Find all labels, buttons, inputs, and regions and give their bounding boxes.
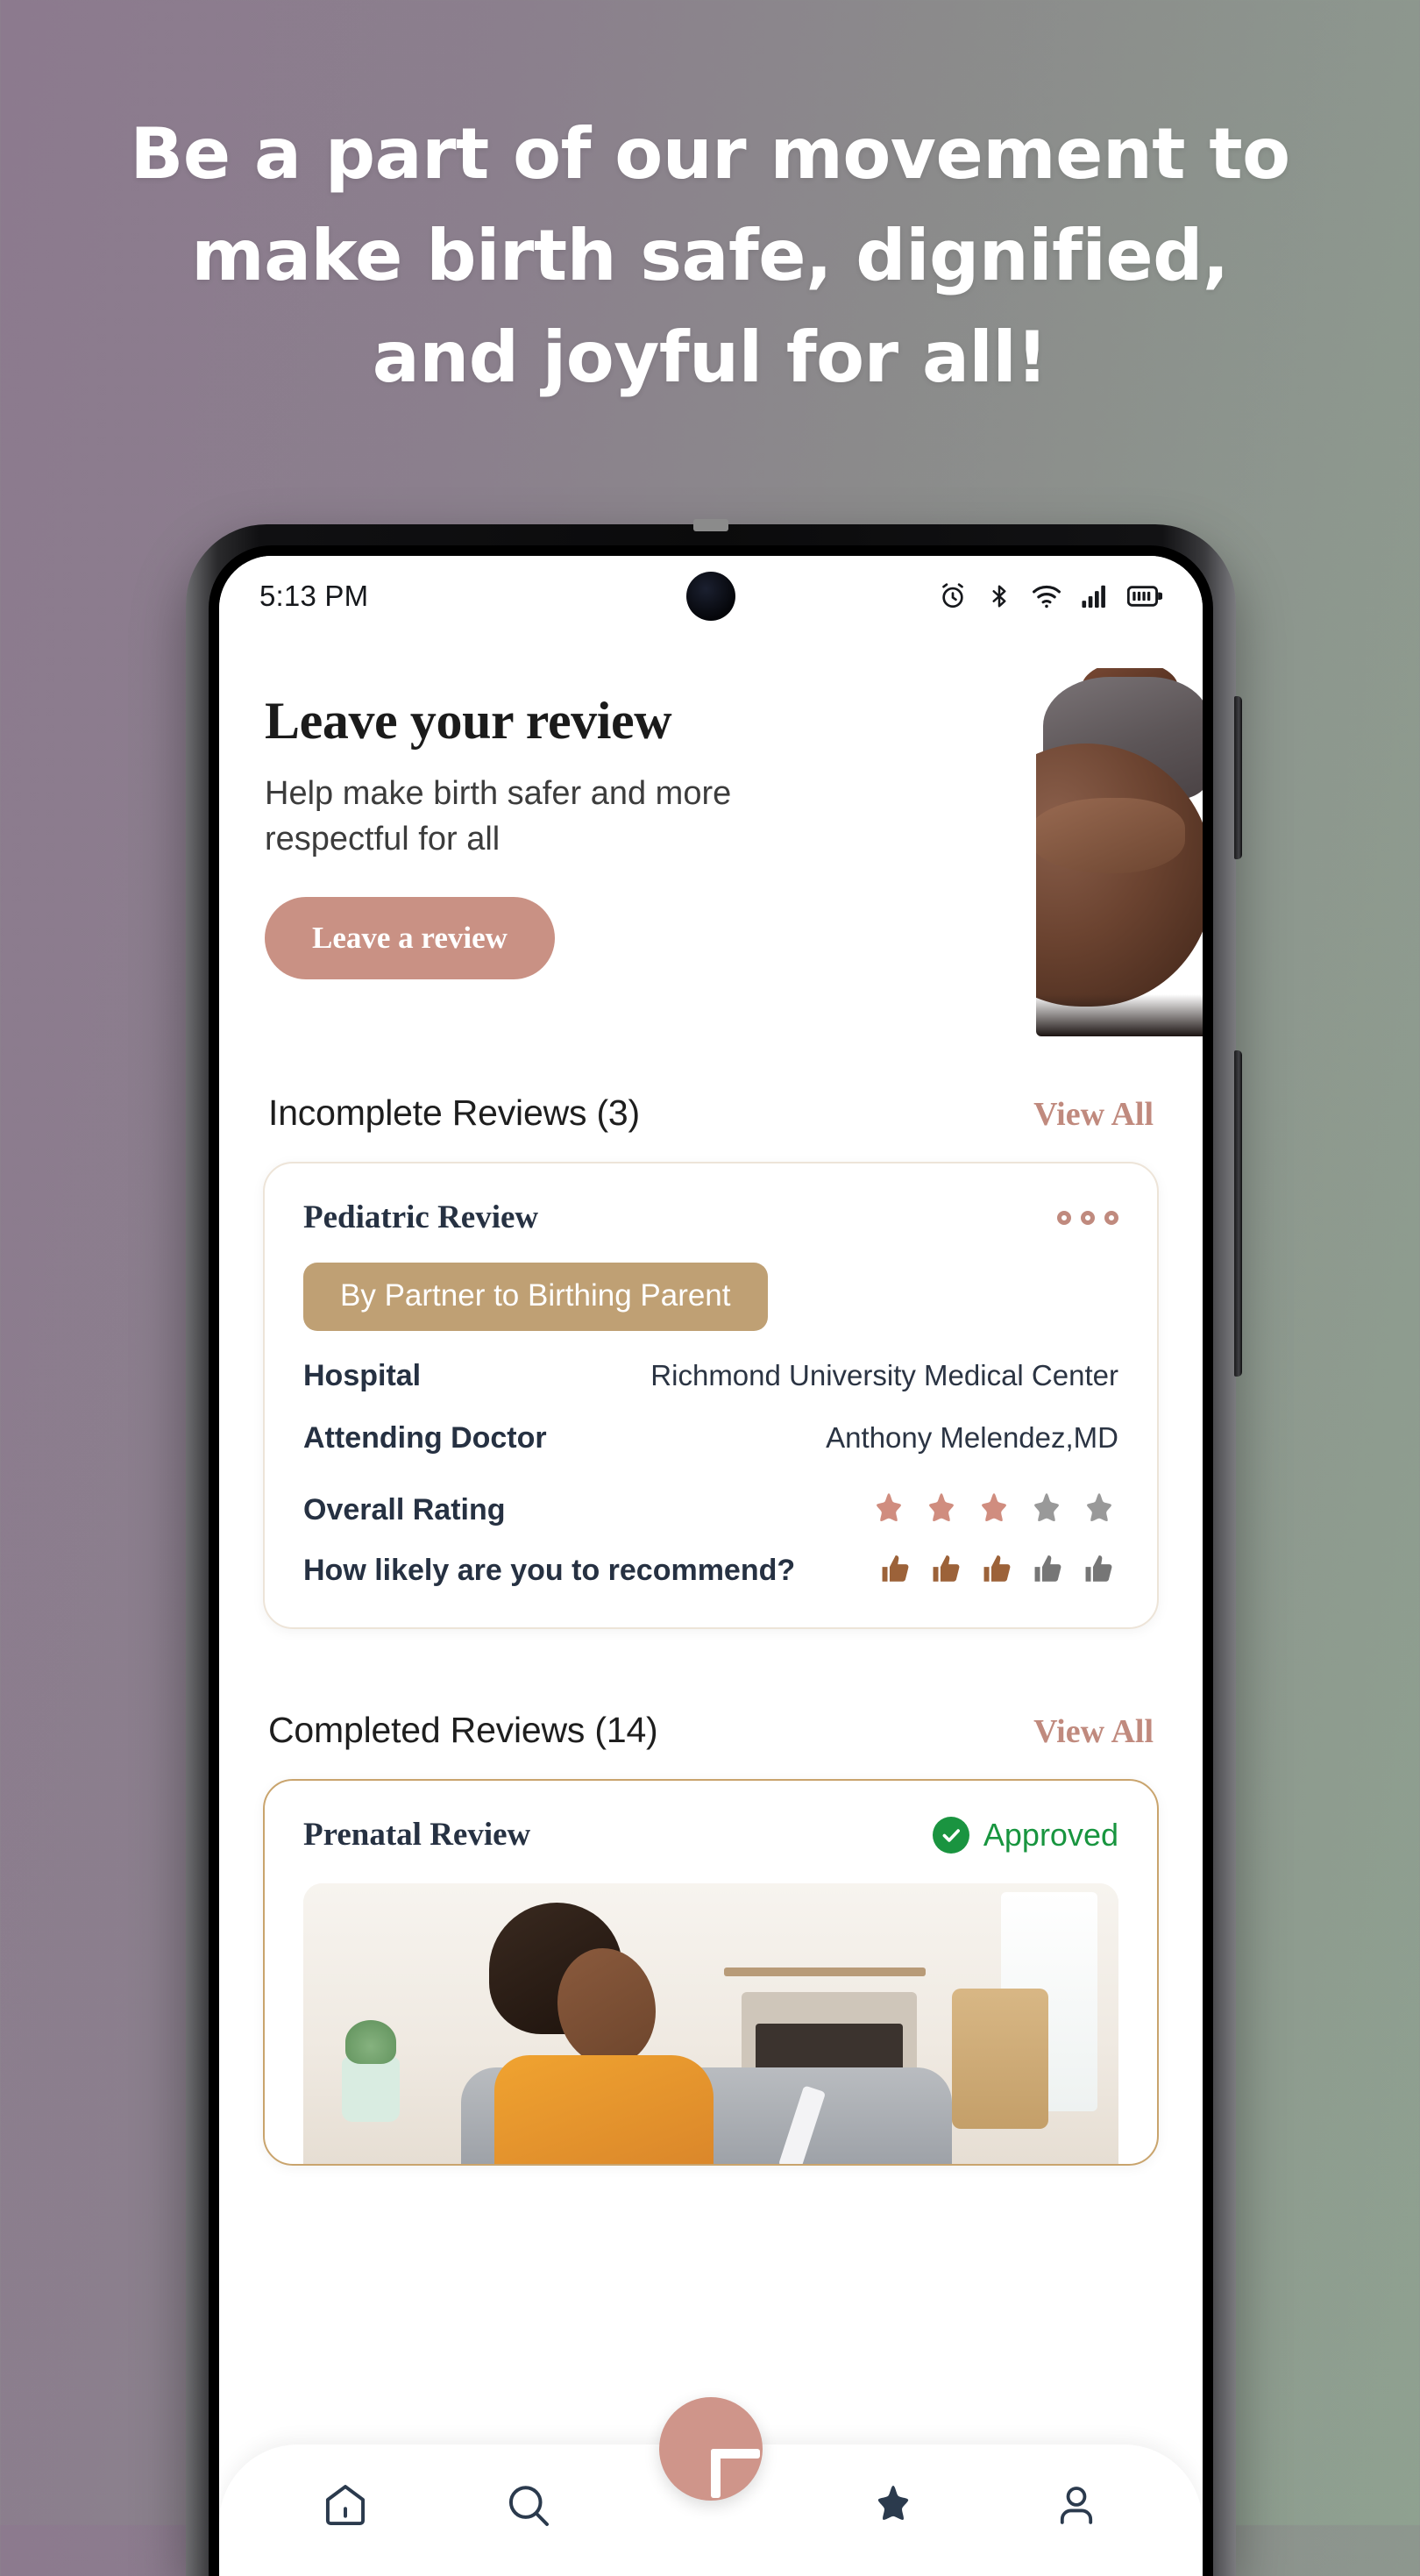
- thumbs-up-empty-icon[interactable]: [1031, 1552, 1068, 1589]
- status-bar: 5:13 PM: [219, 556, 1203, 637]
- status-badge-label: Approved: [983, 1816, 1118, 1853]
- star-filled-icon[interactable]: [975, 1491, 1013, 1529]
- star-empty-icon[interactable]: [1080, 1491, 1118, 1529]
- attending-doctor-row: Attending Doctor Anthony Melendez,MD: [303, 1421, 1118, 1455]
- leave-a-review-button[interactable]: Leave a review: [265, 897, 555, 979]
- star-icon: [870, 2482, 917, 2530]
- pregnant-belly-photo: [1036, 668, 1203, 1036]
- completed-card-header: Prenatal Review Approved: [303, 1816, 1118, 1854]
- incomplete-view-all-link[interactable]: View All: [1033, 1095, 1154, 1134]
- search-icon: [504, 2481, 553, 2530]
- thumbs-up-empty-icon[interactable]: [1082, 1552, 1118, 1589]
- attending-doctor-label: Attending Doctor: [303, 1421, 547, 1455]
- hero-banner: Leave your review Help make birth safer …: [219, 637, 1203, 1071]
- nav-item-home[interactable]: [297, 2481, 394, 2530]
- thumbs-up-filled-icon[interactable]: [878, 1552, 915, 1589]
- profile-icon: [1053, 2482, 1100, 2530]
- attending-doctor-value: Anthony Melendez,MD: [826, 1421, 1118, 1454]
- cellular-signal-icon: [1081, 583, 1109, 609]
- phone-bezel: 5:13 PM Leave your review Help make birt…: [209, 545, 1213, 2576]
- status-badge: Approved: [932, 1816, 1118, 1854]
- overall-rating-label: Overall Rating: [303, 1492, 506, 1526]
- bluetooth-icon: [986, 581, 1012, 611]
- hospital-row: Hospital Richmond University Medical Cen…: [303, 1359, 1118, 1393]
- overall-rating-row: Overall Rating: [303, 1491, 1118, 1529]
- page-headline: Be a part of our movement to make birth …: [130, 113, 1290, 398]
- thumbs-up-filled-icon[interactable]: [980, 1552, 1017, 1589]
- completed-review-card[interactable]: Prenatal Review Approved: [263, 1779, 1159, 2166]
- front-camera-punchhole: [686, 572, 735, 621]
- hospital-label: Hospital: [303, 1359, 422, 1392]
- phone-top-notch: [693, 519, 728, 531]
- phone-volume-button[interactable]: [1234, 696, 1242, 859]
- review-relationship-tag: By Partner to Birthing Parent: [303, 1263, 768, 1331]
- incomplete-card-title: Pediatric Review: [303, 1199, 539, 1235]
- thumbs-up-filled-icon[interactable]: [929, 1552, 966, 1589]
- app-scroll-content[interactable]: Leave your review Help make birth safer …: [219, 637, 1203, 2576]
- smiling-woman-with-phone-photo: [303, 1883, 1118, 2164]
- battery-icon: [1127, 584, 1162, 608]
- recommend-thumbs[interactable]: [878, 1552, 1118, 1589]
- wifi-icon: [1031, 583, 1062, 609]
- nav-item-search[interactable]: [480, 2481, 577, 2530]
- three-dots-icon[interactable]: [1057, 1210, 1118, 1225]
- completed-card-title: Prenatal Review: [303, 1817, 531, 1853]
- alarm-icon: [938, 581, 968, 611]
- hospital-value: Richmond University Medical Center: [650, 1359, 1118, 1391]
- incomplete-card-header: Pediatric Review: [303, 1199, 1118, 1236]
- home-icon: [321, 2481, 370, 2530]
- hero-subtitle: Help make birth safer and more respectfu…: [265, 775, 732, 857]
- nav-item-favorites[interactable]: [845, 2482, 941, 2530]
- recommend-row: How likely are you to recommend?: [303, 1552, 1118, 1589]
- star-empty-icon[interactable]: [1027, 1491, 1066, 1529]
- incomplete-review-card[interactable]: Pediatric Review By Partner to Birthing …: [263, 1162, 1159, 1629]
- completed-reviews-section-header: Completed Reviews (14) View All: [219, 1710, 1203, 1751]
- star-filled-icon[interactable]: [870, 1491, 908, 1529]
- nav-item-profile[interactable]: [1028, 2482, 1125, 2530]
- star-filled-icon[interactable]: [922, 1491, 961, 1529]
- completed-reviews-title: Completed Reviews (14): [268, 1710, 658, 1750]
- incomplete-reviews-section-header: Incomplete Reviews (3) View All: [219, 1092, 1203, 1134]
- completed-view-all-link[interactable]: View All: [1033, 1712, 1154, 1751]
- phone-power-button[interactable]: [1234, 1050, 1242, 1377]
- phone-screen: 5:13 PM Leave your review Help make birt…: [219, 556, 1203, 2576]
- add-review-fab[interactable]: [659, 2397, 763, 2501]
- incomplete-reviews-title: Incomplete Reviews (3): [268, 1092, 640, 1133]
- overall-rating-stars[interactable]: [870, 1491, 1118, 1529]
- recommend-label: How likely are you to recommend?: [303, 1553, 796, 1587]
- check-circle-icon: [932, 1816, 969, 1854]
- phone-mockup: 5:13 PM Leave your review Help make birt…: [186, 519, 1242, 2576]
- status-icon-group: [938, 581, 1162, 611]
- status-time: 5:13 PM: [259, 580, 369, 612]
